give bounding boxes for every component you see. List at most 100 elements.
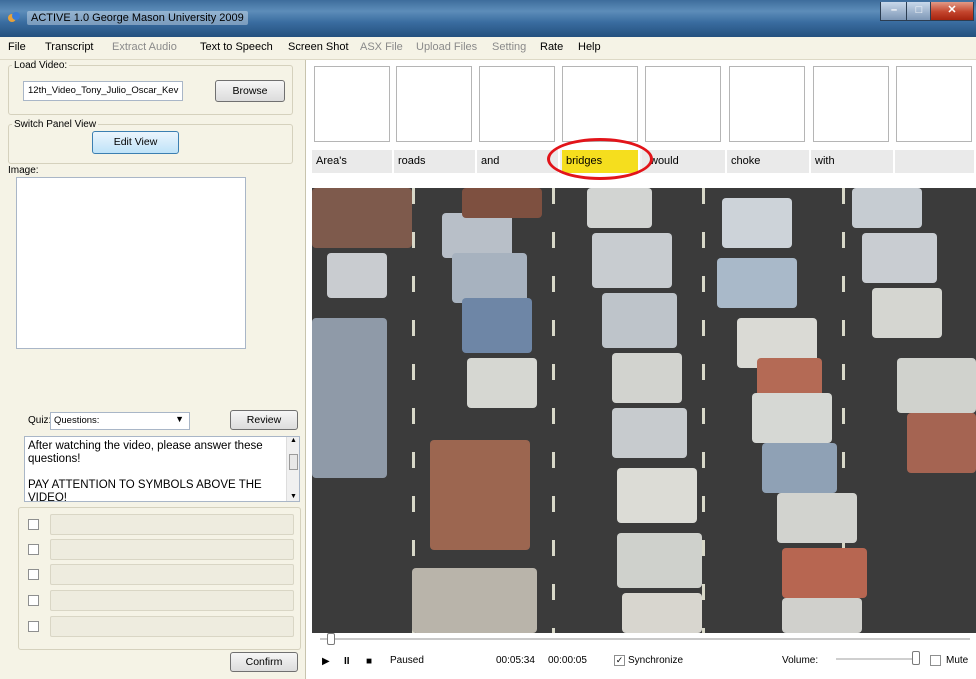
car xyxy=(717,258,797,308)
word-6[interactable]: choke xyxy=(727,150,811,173)
scroll-up-icon[interactable]: ▲ xyxy=(290,437,297,444)
answer-field-3[interactable] xyxy=(50,564,294,585)
car xyxy=(872,288,942,338)
answer-field-5[interactable] xyxy=(50,616,294,637)
play-icon[interactable]: ▶ xyxy=(322,656,330,667)
symbol-thumbnail-5[interactable] xyxy=(645,66,721,142)
answer-checkbox-1[interactable] xyxy=(28,519,39,530)
answer-field-4[interactable] xyxy=(50,590,294,611)
symbol-thumbnail-3[interactable] xyxy=(479,66,555,142)
quiz-scrollbar[interactable]: ▲ ▼ xyxy=(286,437,299,501)
car xyxy=(617,533,702,588)
word-7[interactable]: with xyxy=(811,150,895,173)
menu-file[interactable]: File xyxy=(8,41,26,53)
symbol-thumbnail-8[interactable] xyxy=(896,66,972,142)
word-2[interactable]: roads xyxy=(394,150,477,173)
image-box xyxy=(16,177,246,349)
seek-knob[interactable] xyxy=(327,633,335,645)
answer-field-2[interactable] xyxy=(50,539,294,560)
left-panel: Load Video: 12th_Video_Tony_Julio_Oscar_… xyxy=(0,60,306,679)
answer-checkbox-2[interactable] xyxy=(28,544,39,555)
confirm-button[interactable]: Confirm xyxy=(230,652,298,672)
car xyxy=(752,393,832,443)
car xyxy=(777,493,857,543)
mute-label: Mute xyxy=(946,655,969,666)
menu-transcript[interactable]: Transcript xyxy=(45,41,94,53)
symbol-thumbnail-7[interactable] xyxy=(813,66,889,142)
menu-rate[interactable]: Rate xyxy=(540,41,563,53)
car xyxy=(592,233,672,288)
quiz-text-area[interactable]: After watching the video, please answer … xyxy=(24,436,300,502)
quiz-select[interactable]: Questions: ▼ xyxy=(50,412,190,430)
car xyxy=(612,353,682,403)
car xyxy=(412,568,537,633)
car xyxy=(722,198,792,248)
quiz-select-value: Questions: xyxy=(54,415,100,426)
volume-slider[interactable] xyxy=(836,658,916,660)
car xyxy=(907,413,976,473)
car xyxy=(782,598,862,633)
word-5[interactable]: would xyxy=(642,150,727,173)
menu-upload-files[interactable]: Upload Files xyxy=(416,41,477,53)
car xyxy=(897,358,976,413)
car xyxy=(612,408,687,458)
car xyxy=(757,358,822,398)
quiz-text: After watching the video, please answer … xyxy=(28,440,263,502)
edit-view-button[interactable]: Edit View xyxy=(92,131,179,154)
duration: 00:00:05 xyxy=(548,655,587,666)
car xyxy=(312,188,412,248)
pause-icon[interactable]: II xyxy=(344,656,350,667)
synchronize-checkbox[interactable]: ✓ xyxy=(614,655,625,666)
switch-panel-label: Switch Panel View xyxy=(12,119,99,130)
menu-help[interactable]: Help xyxy=(578,41,601,53)
lane-marking xyxy=(702,188,705,633)
video-frame[interactable] xyxy=(312,188,976,633)
car xyxy=(442,213,512,258)
player-status: Paused xyxy=(390,655,424,666)
menu-setting[interactable]: Setting xyxy=(492,41,526,53)
app-icon xyxy=(8,12,20,22)
minimize-button[interactable]: – xyxy=(880,2,908,21)
answer-checkbox-5[interactable] xyxy=(28,621,39,632)
mute-checkbox[interactable] xyxy=(930,655,941,666)
seek-bar[interactable] xyxy=(320,638,970,640)
car xyxy=(617,468,697,523)
car xyxy=(602,293,677,348)
browse-button[interactable]: Browse xyxy=(215,80,285,102)
symbol-thumbnail-1[interactable] xyxy=(314,66,390,142)
car xyxy=(462,298,532,353)
menu-text-to-speech[interactable]: Text to Speech xyxy=(200,41,273,53)
chevron-down-icon: ▼ xyxy=(175,414,184,424)
car xyxy=(862,233,937,283)
scroll-down-icon[interactable]: ▼ xyxy=(290,493,297,500)
car xyxy=(587,188,652,228)
word-1[interactable]: Area's xyxy=(312,150,394,173)
quiz-label: Quiz: xyxy=(28,415,52,426)
window-title: ACTIVE 1.0 George Mason University 2009 xyxy=(27,11,248,25)
load-video-label: Load Video: xyxy=(12,60,70,71)
car xyxy=(452,253,527,303)
menu-asx-file[interactable]: ASX File xyxy=(360,41,403,53)
symbol-thumbnail-6[interactable] xyxy=(729,66,805,142)
car xyxy=(622,593,702,633)
menu-screen-shot[interactable]: Screen Shot xyxy=(288,41,349,53)
car xyxy=(852,188,922,228)
review-button[interactable]: Review xyxy=(230,410,298,430)
symbol-thumbnail-2[interactable] xyxy=(396,66,472,142)
title-bar: ACTIVE 1.0 George Mason University 2009 … xyxy=(0,0,976,37)
video-path-field[interactable]: 12th_Video_Tony_Julio_Oscar_Kev xyxy=(23,81,183,101)
menu-extract-audio[interactable]: Extract Audio xyxy=(112,41,177,53)
car xyxy=(327,253,387,298)
synchronize-label: Synchronize xyxy=(628,655,684,666)
symbol-thumbnail-4[interactable] xyxy=(562,66,638,142)
answer-checkbox-4[interactable] xyxy=(28,595,39,606)
answer-checkbox-3[interactable] xyxy=(28,569,39,580)
answer-field-1[interactable] xyxy=(50,514,294,535)
volume-knob[interactable] xyxy=(912,651,920,665)
word-8[interactable] xyxy=(895,150,976,173)
scroll-thumb[interactable] xyxy=(289,454,298,470)
close-button[interactable]: ✕ xyxy=(930,2,974,21)
maximize-button[interactable]: □ xyxy=(906,2,932,21)
stop-icon[interactable]: ■ xyxy=(366,656,372,667)
car xyxy=(312,318,387,478)
